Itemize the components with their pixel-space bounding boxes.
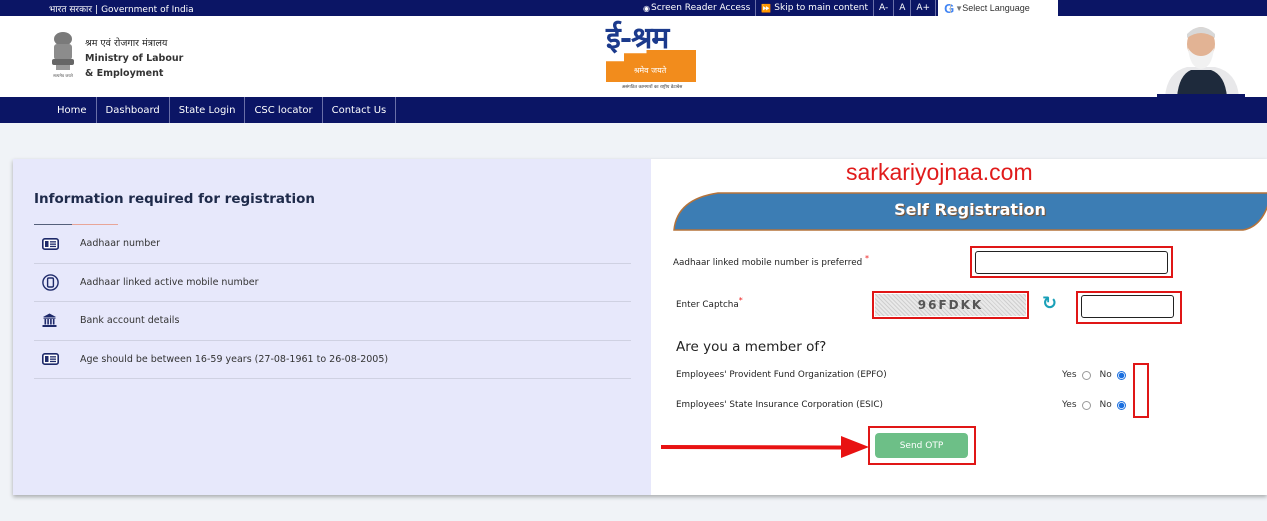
site-header: सत्यमेव जयते श्रम एवं रोजगार मंत्रालय Mi… (0, 16, 1267, 97)
info-list: Aadhaar number Aadhaar linked active mob… (34, 225, 631, 379)
list-item: Aadhaar number (34, 225, 631, 264)
member-heading: Are you a member of? (676, 339, 827, 355)
epfo-yes-label: Yes (1062, 370, 1077, 380)
font-increase-button[interactable]: A+ (911, 0, 937, 16)
ministry-name: श्रम एवं रोजगार मंत्रालय Ministry of Lab… (85, 38, 184, 79)
government-label: भारत सरकार | Government of India (49, 5, 194, 15)
esic-yes-label: Yes (1062, 400, 1077, 410)
font-normal-button[interactable]: A (894, 0, 912, 16)
list-item: Age should be between 16-59 years (27-08… (34, 341, 631, 379)
bank-icon (34, 313, 80, 328)
nav-contact-us[interactable]: Contact Us (323, 97, 397, 123)
watermark-text: sarkariyojnaa.com (846, 159, 1033, 185)
epfo-radio-group: Yes No (1062, 370, 1126, 380)
epfo-yes-radio[interactable] (1081, 370, 1091, 380)
screen-reader-access-link[interactable]: ◉ Screen Reader Access (638, 0, 757, 16)
skip-to-main-link[interactable]: ⏩ Skip to main content (756, 0, 874, 16)
dropdown-arrow-icon: ▼ (950, 3, 963, 13)
national-emblem-icon: सत्यमेव जयते (52, 32, 74, 78)
nav-dashboard[interactable]: Dashboard (97, 97, 170, 123)
annotation-arrow (661, 436, 869, 458)
annotation-box-radios (1133, 363, 1149, 418)
language-select[interactable]: G Select Language ▼ (938, 0, 1059, 16)
esic-no-radio[interactable] (1116, 400, 1126, 410)
esic-yes-radio[interactable] (1081, 400, 1091, 410)
mobile-number-input[interactable] (975, 251, 1168, 274)
epfo-no-label: No (1099, 370, 1112, 380)
captcha-input[interactable] (1081, 295, 1174, 318)
mobile-label: Aadhaar linked mobile number is preferre… (673, 254, 869, 268)
form-title: Self Registration (894, 200, 1046, 219)
mobile-icon (34, 273, 80, 291)
registration-card: Information required for registration Aa… (13, 159, 1267, 495)
epfo-no-radio[interactable] (1116, 370, 1126, 380)
esic-no-label: No (1099, 400, 1112, 410)
gov-english: Government of India (101, 5, 194, 15)
captcha-label: Enter Captcha* (676, 296, 743, 310)
captcha-image: 96FDKK (875, 294, 1026, 316)
svg-text:सत्यमेव जयते: सत्यमेव जयते (53, 73, 73, 78)
font-decrease-button[interactable]: A- (874, 0, 895, 16)
nav-home[interactable]: Home (48, 97, 97, 123)
gov-hindi: भारत सरकार (49, 5, 93, 15)
pm-portrait (1157, 20, 1245, 97)
esic-radio-group: Yes No (1062, 400, 1126, 410)
refresh-captcha-icon[interactable]: ↻ (1042, 293, 1057, 314)
nav-state-login[interactable]: State Login (170, 97, 246, 123)
send-otp-button[interactable]: Send OTP (875, 433, 968, 458)
id-card-icon (34, 353, 80, 366)
info-title: Information required for registration (34, 191, 316, 207)
accessibility-links: ◉ Screen Reader Access ⏩ Skip to main cont… (638, 0, 1254, 16)
top-bar: भारत सरकार | Government of India ◉ Screen R… (0, 0, 1267, 16)
nav-csc-locator[interactable]: CSC locator (245, 97, 323, 123)
main-nav: Home Dashboard State Login CSC locator C… (0, 97, 1267, 123)
epfo-label: Employees' Provident Fund Organization (… (676, 370, 887, 380)
list-item: Aadhaar linked active mobile number (34, 264, 631, 302)
list-item: Bank account details (34, 302, 631, 341)
eshram-logo[interactable]: ई-श्रम श्रमेव जयते असंगठित कामगारों का र… (604, 22, 700, 94)
info-panel: Information required for registration Aa… (13, 159, 651, 495)
id-card-icon (34, 237, 80, 250)
esic-label: Employees' State Insurance Corporation (… (676, 400, 883, 410)
skip-icon: ⏩ (761, 3, 772, 13)
eye-icon: ◉ (643, 3, 650, 13)
